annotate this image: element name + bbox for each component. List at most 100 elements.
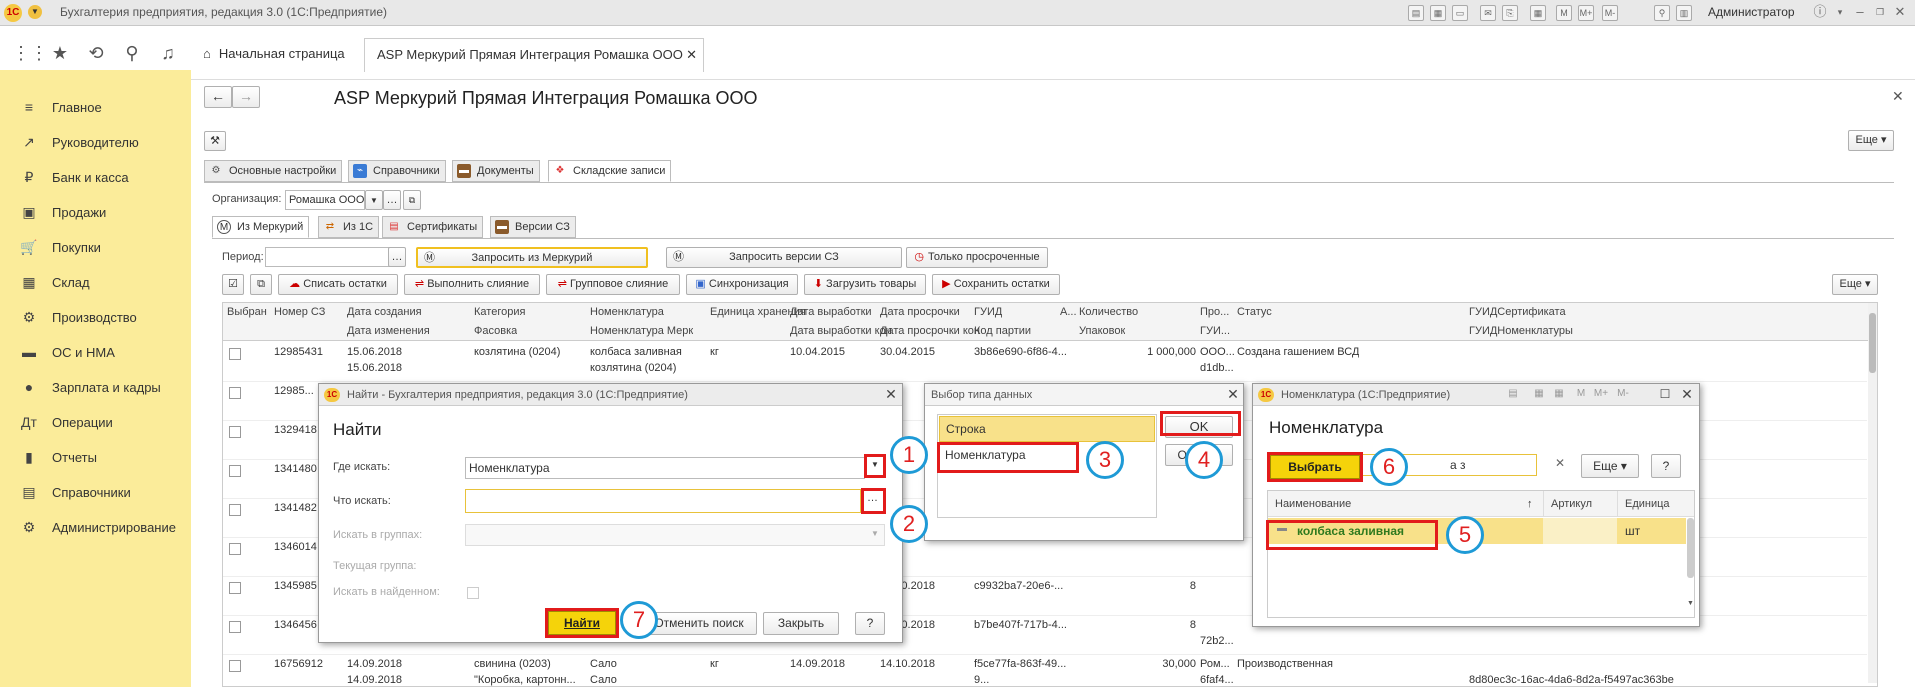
close-icon[interactable]: ✕: [883, 386, 899, 402]
request-versions-button[interactable]: Ⓜ Запросить версии СЗ: [666, 247, 902, 268]
write-off-button[interactable]: ☁ Списать остатки: [278, 274, 398, 295]
memory-mplus-icon[interactable]: M+: [1578, 5, 1594, 21]
sidebar-item[interactable]: ₽ Банк и касса: [0, 160, 191, 195]
apps-grid-icon[interactable]: ⋮⋮: [12, 41, 48, 65]
clear-search-icon[interactable]: ✕: [1555, 456, 1565, 470]
row-checkbox[interactable]: [229, 426, 241, 438]
zoom-icon[interactable]: ⚲: [1654, 5, 1670, 21]
org-open-button[interactable]: ⧉: [403, 190, 421, 210]
calendar-icon[interactable]: ▦: [1531, 386, 1547, 402]
tab-asp-mercury[interactable]: ASP Меркурий Прямая Интеграция Ромашка О…: [364, 38, 704, 72]
merge-button[interactable]: ⇌ Выполнить слияние: [404, 274, 540, 295]
sync-button[interactable]: ▣ Синхронизация: [686, 274, 798, 295]
info-icon[interactable]: ⓘ: [1812, 5, 1828, 21]
groups-field[interactable]: [465, 524, 885, 546]
tab-basic-settings[interactable]: ⚙ Основные настройки: [204, 160, 343, 182]
minimize-icon[interactable]: –: [1852, 5, 1868, 21]
period-select-button[interactable]: …: [388, 247, 406, 267]
subtab-from-1c[interactable]: ⇄ Из 1С: [318, 216, 380, 238]
org-field[interactable]: Ромашка ООО: [285, 190, 365, 210]
main-menu-icon[interactable]: ▼: [28, 5, 42, 19]
history-icon[interactable]: ⟲: [84, 41, 108, 65]
row-checkbox[interactable]: [229, 660, 241, 672]
subtab-certificates[interactable]: ▤ Сертификаты: [382, 216, 484, 238]
subtab-versions[interactable]: ▬ Версии СЗ: [490, 216, 576, 238]
print-icon[interactable]: ▤: [1505, 386, 1521, 402]
row-checkbox[interactable]: [229, 465, 241, 477]
close-button[interactable]: Закрыть: [763, 612, 839, 635]
column-header[interactable]: Про...: [1200, 306, 1229, 318]
sidebar-item[interactable]: Дт Операции: [0, 405, 191, 440]
preview-icon[interactable]: ▭: [1452, 5, 1468, 21]
expired-only-button[interactable]: ◷ Только просроченные: [906, 247, 1048, 268]
scroll-down-icon[interactable]: ▼: [1687, 600, 1694, 607]
tab-references[interactable]: ⌁ Справочники: [348, 160, 446, 182]
col-unit-header[interactable]: Единица: [1625, 498, 1670, 510]
subtab-from-mercury[interactable]: M Из Меркурий: [212, 216, 310, 238]
groups-dropdown-icon[interactable]: ▼: [871, 529, 879, 538]
column-header[interactable]: Дата просрочки: [880, 306, 960, 318]
memory-mplus-icon[interactable]: M+: [1593, 386, 1609, 402]
search-icon[interactable]: ⚲: [120, 41, 144, 65]
column-header[interactable]: Выбран: [227, 306, 267, 318]
column-header[interactable]: Код партии: [974, 325, 1031, 337]
copy-button[interactable]: ⧉: [250, 274, 272, 295]
calendar2-icon[interactable]: ▦: [1551, 386, 1567, 402]
sidebar-item[interactable]: ▤ Справочники: [0, 475, 191, 510]
column-header[interactable]: ГУИД: [974, 306, 1002, 318]
sidebar-item[interactable]: ⚙ Производство: [0, 300, 191, 335]
calendar-icon[interactable]: ▦: [1530, 5, 1546, 21]
memory-m-icon[interactable]: M: [1573, 386, 1589, 402]
row-checkbox[interactable]: [229, 621, 241, 633]
sidebar-item[interactable]: 🛒 Покупки: [0, 230, 191, 265]
period-field[interactable]: [265, 247, 390, 267]
col-name-header[interactable]: Наименование: [1275, 498, 1351, 510]
save-icon[interactable]: ▤: [1408, 5, 1424, 21]
close-tab-icon[interactable]: ✕: [686, 47, 697, 63]
sidebar-item[interactable]: ▦ Склад: [0, 265, 191, 300]
column-header[interactable]: Номенклатура Мерк: [590, 325, 693, 337]
sidebar-item[interactable]: ↗ Руководителю: [0, 125, 191, 160]
column-header[interactable]: ГУИ...: [1200, 325, 1230, 337]
where-dropdown-icon[interactable]: ▼: [871, 460, 879, 469]
column-header[interactable]: Количество: [1079, 306, 1138, 318]
check-all-button[interactable]: ☑: [222, 274, 244, 295]
column-header[interactable]: Дата просрочки кон: [880, 325, 980, 337]
nomenclature-help-button[interactable]: ?: [1651, 454, 1681, 478]
row-checkbox[interactable]: [229, 387, 241, 399]
close-form-icon[interactable]: ✕: [1892, 88, 1904, 105]
more-button[interactable]: Еще ▾: [1848, 130, 1894, 151]
table-scrollbar[interactable]: [1868, 303, 1877, 683]
column-header[interactable]: Дата создания: [347, 306, 422, 318]
settings-icon[interactable]: ▾: [1832, 5, 1848, 21]
sort-arrow-icon[interactable]: ↑: [1527, 498, 1533, 510]
save-remains-button[interactable]: ▶ Сохранить остатки: [932, 274, 1060, 295]
row-checkbox[interactable]: [229, 543, 241, 555]
col-article-header[interactable]: Артикул: [1551, 498, 1592, 510]
request-mercury-button[interactable]: Ⓜ Запросить из Меркурий: [416, 247, 648, 268]
current-user[interactable]: Администратор: [1708, 5, 1795, 19]
column-header[interactable]: А...: [1060, 306, 1077, 318]
close-icon[interactable]: ✕: [1225, 386, 1241, 402]
nomenclature-more-button[interactable]: Еще ▾: [1581, 454, 1639, 478]
sidebar-item[interactable]: ▮ Отчеты: [0, 440, 191, 475]
org-dropdown-button[interactable]: ▼: [365, 190, 383, 210]
row-checkbox[interactable]: [229, 348, 241, 360]
back-button[interactable]: ←: [204, 86, 232, 108]
column-header[interactable]: Дата выработки: [790, 306, 872, 318]
tab-home[interactable]: ⌂ Начальная страница: [191, 38, 357, 70]
sidebar-item[interactable]: ⚙ Администрирование: [0, 510, 191, 545]
app-logo-icon[interactable]: 1С: [4, 4, 22, 22]
column-header[interactable]: ГУИДСертификата: [1469, 306, 1566, 318]
memory-mminus-icon[interactable]: M-: [1615, 386, 1631, 402]
type-item-string[interactable]: Строка: [939, 416, 1155, 442]
org-select-button[interactable]: …: [383, 190, 401, 210]
print-icon[interactable]: ▦: [1430, 5, 1446, 21]
sidebar-item[interactable]: ≡ Главное: [0, 90, 191, 125]
row-checkbox[interactable]: [229, 582, 241, 594]
help-button[interactable]: ?: [855, 612, 885, 635]
favorites-star-icon[interactable]: ★: [48, 41, 72, 65]
restore-icon[interactable]: ❐: [1872, 5, 1888, 21]
column-header[interactable]: Номер СЗ: [274, 306, 325, 318]
column-header[interactable]: ГУИДНоменклатуры: [1469, 325, 1573, 337]
